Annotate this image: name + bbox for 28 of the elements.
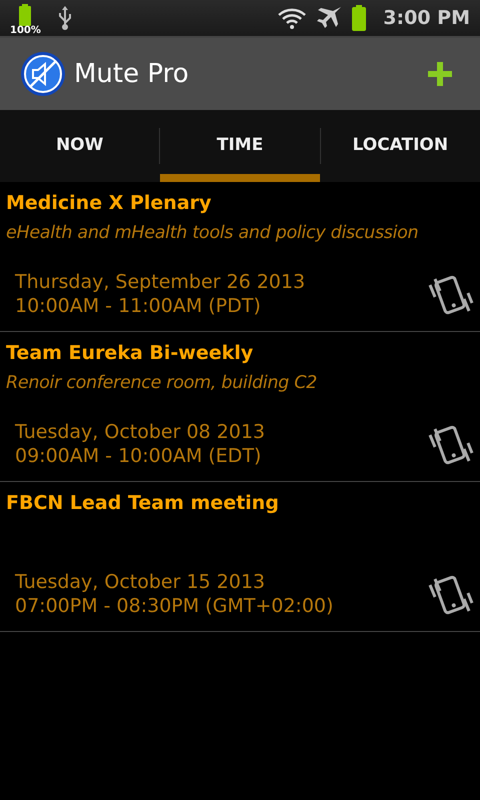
battery-icon	[18, 4, 32, 26]
app-title: Mute Pro	[74, 58, 189, 90]
event-date: Thursday, September 26 2013	[14, 270, 306, 294]
tab[interactable]: NOW	[0, 110, 160, 182]
event-row[interactable]: Medicine X Plenary eHealth and mHealth tools and policy discussion Thursday, September 26 2013 10:00AM - 11:00AM (PDT)	[0, 182, 480, 332]
event-location: Renoir conference room, building C2	[6, 372, 318, 395]
usb-icon	[56, 5, 73, 31]
event-date: Tuesday, October 15 2013	[14, 570, 266, 594]
clock: 3:00 PM	[383, 6, 470, 31]
muted-speaker-icon	[20, 51, 66, 97]
battery-icon	[351, 5, 368, 31]
event-date: Tuesday, October 08 2013	[14, 420, 266, 444]
tab[interactable]: LOCATION	[320, 110, 480, 182]
tab[interactable]: TIME	[160, 110, 320, 182]
battery-percent: 100%	[10, 26, 41, 36]
plus-icon	[428, 62, 452, 86]
airplane-icon	[315, 5, 344, 31]
wifi-icon	[277, 6, 308, 30]
event-title: Medicine X Plenary	[6, 191, 212, 216]
event-time: 09:00AM - 10:00AM (EDT)	[14, 444, 262, 468]
event-location: eHealth and mHealth tools and policy discussion	[6, 222, 420, 245]
event-row[interactable]: Team Eureka Bi-weekly Renoir conference room, building C2 Tuesday, October 08 2013 09:00AM - 10:00AM (EDT)	[0, 332, 480, 482]
event-time: 10:00AM - 11:00AM (PDT)	[14, 294, 262, 318]
event-title: FBCN Lead Team meeting	[6, 491, 280, 516]
event-row[interactable]: FBCN Lead Team meeting Tuesday, October 15 2013 07:00PM - 08:30PM (GMT+02:00)	[0, 482, 480, 632]
event-title: Team Eureka Bi-weekly	[6, 341, 254, 366]
add-button[interactable]	[428, 62, 452, 86]
event-time: 07:00PM - 08:30PM (GMT+02:00)	[14, 594, 334, 618]
